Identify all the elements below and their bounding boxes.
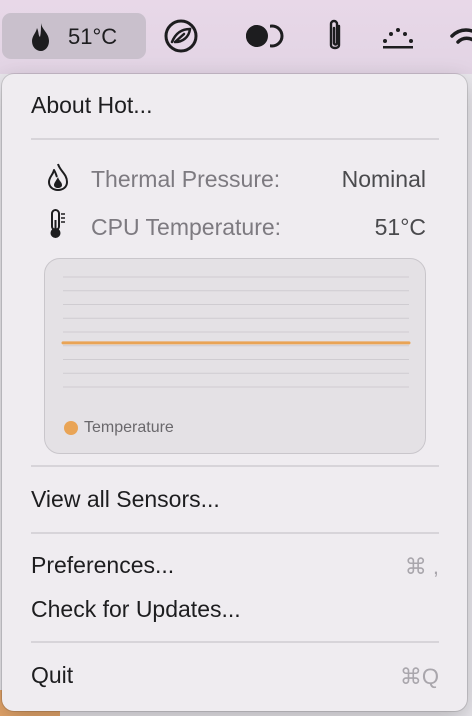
thermal-pressure-value: Nominal [341, 166, 426, 192]
temperature-legend-label: Temperature [84, 419, 174, 436]
menu-separator [31, 138, 439, 140]
dual-circle-icon[interactable] [244, 18, 286, 54]
paperclip-icon[interactable] [322, 18, 348, 54]
temperature-chart: Temperature [44, 258, 426, 454]
check-for-updates-menu-item[interactable]: Check for Updates... [31, 596, 241, 623]
cpu-temperature-value: 51°C [374, 214, 426, 240]
menubar-temperature: 51°C [68, 24, 118, 49]
quit-shortcut: ⌘Q [399, 664, 439, 689]
menu-separator [31, 465, 439, 467]
menu-separator [31, 641, 439, 643]
menu-separator [31, 532, 439, 534]
cpu-temperature-label: CPU Temperature: [91, 214, 282, 240]
preferences-menu-item[interactable]: Preferences... [31, 552, 174, 579]
thermometer-icon [50, 209, 65, 238]
quit-menu-item[interactable]: Quit [31, 662, 73, 689]
hot-dropdown-menu: About Hot... Thermal Pressure: Nominal C… [2, 74, 467, 711]
dots-arc-icon[interactable] [380, 18, 416, 54]
menu-bar: 51°C [0, 0, 472, 74]
hot-status-item[interactable]: 51°C [2, 13, 146, 59]
about-menu-item[interactable]: About Hot... [31, 92, 152, 119]
view-all-sensors-menu-item[interactable]: View all Sensors... [31, 486, 220, 513]
leaf-circle-icon[interactable] [163, 18, 199, 54]
flame-icon [32, 23, 49, 51]
temperature-legend-dot [64, 421, 78, 435]
thermal-pressure-icon [48, 163, 68, 191]
preferences-shortcut: ⌘ , [404, 554, 439, 579]
thermal-pressure-label: Thermal Pressure: [91, 166, 281, 192]
wifi-icon[interactable] [450, 18, 472, 54]
